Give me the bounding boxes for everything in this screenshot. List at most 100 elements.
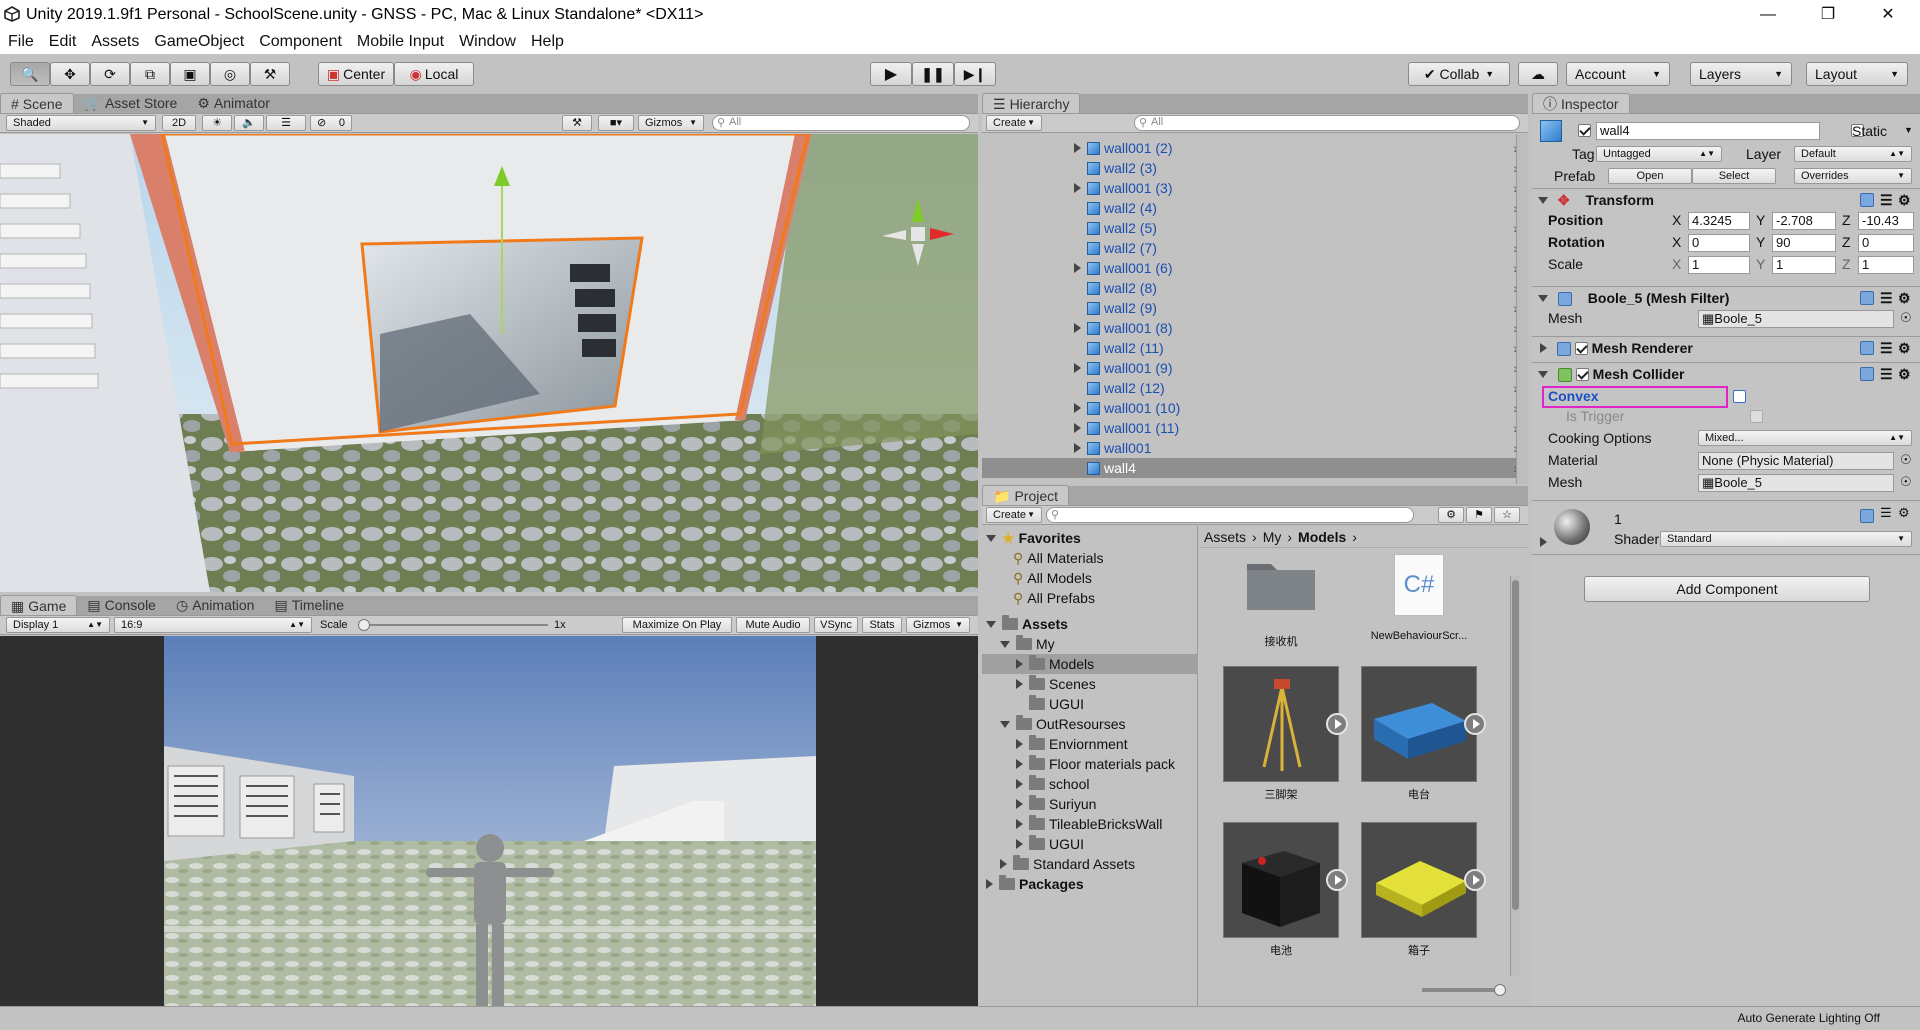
hierarchy-item-selected[interactable]: wall4›	[982, 458, 1528, 478]
asset-item-model[interactable]: 电池	[1222, 822, 1348, 958]
hierarchy-scrollbar[interactable]	[1516, 134, 1528, 484]
hierarchy-item[interactable]: wall001 (3)›	[982, 178, 1528, 198]
rotate-tool-button[interactable]: ⟳	[90, 62, 130, 86]
expand-arrow-icon[interactable]	[1016, 839, 1023, 849]
help-icon[interactable]	[1860, 341, 1874, 355]
maximize-on-play-toggle[interactable]: Maximize On Play	[622, 617, 732, 633]
expand-arrow-icon[interactable]	[986, 879, 993, 889]
preview-play-icon[interactable]	[1326, 713, 1348, 735]
hierarchy-item[interactable]: wall2 (8)›	[982, 278, 1528, 298]
menu-assets[interactable]: Assets	[91, 33, 139, 51]
hand-tool-button[interactable]: 🔍	[10, 62, 50, 86]
object-picker-icon[interactable]: ☉	[1900, 474, 1912, 490]
effects-dropdown[interactable]: ☰	[266, 115, 306, 131]
menu-help[interactable]: Help	[531, 33, 564, 51]
mesh-renderer-enabled-checkbox[interactable]	[1574, 342, 1588, 355]
scene-search-input[interactable]: ⚲ All	[712, 115, 970, 131]
preset-icon[interactable]: ☰	[1880, 287, 1893, 309]
menu-gameobject[interactable]: GameObject	[154, 33, 244, 51]
object-picker-icon[interactable]: ☉	[1900, 452, 1912, 468]
breadcrumb-my[interactable]: My	[1263, 529, 1282, 545]
collapse-arrow-icon[interactable]	[986, 535, 996, 542]
hierarchy-item[interactable]: wall001 (8)›	[982, 318, 1528, 338]
asset-size-slider-handle[interactable]	[1494, 984, 1506, 996]
preset-icon[interactable]: ☰	[1880, 189, 1893, 211]
hidden-objects-toggle[interactable]: ⊘ 0	[310, 115, 352, 131]
rotation-z-input[interactable]: 0	[1858, 234, 1914, 252]
scale-x-input[interactable]: 1	[1688, 256, 1750, 274]
tab-asset-store[interactable]: 🛒 Asset Store	[74, 93, 188, 113]
rotation-y-input[interactable]: 90	[1772, 234, 1836, 252]
hierarchy-item[interactable]: wall2 (3)›	[982, 158, 1528, 178]
move-tool-button[interactable]: ✥	[50, 62, 90, 86]
hierarchy-item[interactable]: wall2 (12)›	[982, 378, 1528, 398]
tree-assets-root[interactable]: Assets	[982, 614, 1198, 634]
tab-timeline[interactable]: ▤ Timeline	[264, 595, 354, 615]
favorite-button[interactable]: ☆	[1494, 507, 1520, 523]
help-icon[interactable]	[1860, 291, 1874, 305]
lighting-toggle[interactable]: ☀	[202, 115, 232, 131]
stats-toggle[interactable]: Stats	[862, 617, 902, 633]
prefab-select-button[interactable]: Select	[1692, 168, 1776, 184]
add-component-button[interactable]: Add Component	[1584, 576, 1870, 602]
tab-animator[interactable]: ⚙ Animator	[187, 93, 280, 113]
collapse-arrow-icon[interactable]	[1000, 721, 1010, 728]
mute-audio-toggle[interactable]: Mute Audio	[736, 617, 810, 633]
settings-gear-icon[interactable]: ⚙	[1898, 363, 1911, 385]
cloud-button[interactable]: ☁	[1518, 62, 1558, 86]
mesh-field[interactable]: ▦Boole_5	[1698, 310, 1894, 328]
tree-folder-item[interactable]: TileableBricksWall	[982, 814, 1198, 834]
scale-slider-handle[interactable]	[358, 619, 370, 631]
cooking-options-dropdown[interactable]: Mixed... ▲▼	[1698, 430, 1912, 446]
collapse-arrow-icon[interactable]	[986, 621, 996, 628]
layout-dropdown[interactable]: Layout ▼	[1806, 62, 1908, 86]
tree-folder-item[interactable]: OutResourses	[982, 714, 1198, 734]
tree-folder-item[interactable]: Enviornment	[982, 734, 1198, 754]
scale-tool-button[interactable]: ⧉	[130, 62, 170, 86]
hierarchy-item[interactable]: wall001 (6)›	[982, 258, 1528, 278]
position-x-input[interactable]: 4.3245	[1688, 212, 1750, 230]
tree-folder-item[interactable]: UGUI	[982, 834, 1198, 854]
audio-toggle[interactable]: 🔈	[234, 115, 264, 131]
game-gizmos-dropdown[interactable]: Gizmos ▼	[906, 617, 970, 633]
play-button[interactable]: ▶	[870, 62, 912, 86]
scene-tools-button[interactable]: ⚒	[562, 115, 592, 131]
assets-scrollbar-thumb[interactable]	[1512, 580, 1519, 910]
layers-dropdown[interactable]: Layers ▼	[1690, 62, 1792, 86]
hierarchy-item[interactable]: wall2 (4)›	[982, 198, 1528, 218]
shader-dropdown[interactable]: Standard ▼	[1660, 531, 1912, 547]
expand-arrow-icon[interactable]	[1016, 739, 1023, 749]
preset-icon[interactable]: ☰	[1880, 363, 1893, 385]
mesh-filter-header[interactable]: Boole_5 (Mesh Filter) ☰ ⚙	[1532, 286, 1920, 308]
mesh-collider-header[interactable]: Mesh Collider ☰ ⚙	[1532, 362, 1920, 384]
preview-play-icon[interactable]	[1464, 869, 1486, 891]
close-button[interactable]: ✕	[1860, 0, 1916, 30]
pivot-center-button[interactable]: ▣ Center	[318, 62, 394, 86]
tree-favorite-item[interactable]: ⚲ All Materials	[982, 548, 1198, 568]
hierarchy-item[interactable]: wall2 (5)›	[982, 218, 1528, 238]
expand-arrow-icon[interactable]	[1074, 183, 1081, 193]
tab-scene[interactable]: # Scene	[0, 93, 74, 113]
position-z-input[interactable]: -10.43	[1858, 212, 1914, 230]
display-dropdown[interactable]: Display 1 ▲▼	[6, 617, 110, 633]
collapse-arrow-icon[interactable]	[1000, 641, 1010, 648]
foldout-icon[interactable]	[1540, 537, 1547, 547]
preview-play-icon[interactable]	[1326, 869, 1348, 891]
tab-inspector[interactable]: ⓘ Inspector	[1532, 93, 1630, 113]
expand-arrow-icon[interactable]	[1016, 679, 1023, 689]
tree-folder-item[interactable]: Suriyun	[982, 794, 1198, 814]
tab-console[interactable]: ▤ Console	[77, 595, 166, 615]
hierarchy-item[interactable]: wall001 (9)›	[982, 358, 1528, 378]
prefab-open-button[interactable]: Open	[1608, 168, 1692, 184]
expand-arrow-icon[interactable]	[1074, 403, 1081, 413]
collider-mesh-field[interactable]: ▦Boole_5	[1698, 474, 1894, 492]
tree-folder-item[interactable]: school	[982, 774, 1198, 794]
hierarchy-item[interactable]: wall001 (11)›	[982, 418, 1528, 438]
tab-hierarchy[interactable]: ☰ Hierarchy	[982, 93, 1081, 113]
expand-arrow-icon[interactable]	[1074, 423, 1081, 433]
expand-arrow-icon[interactable]	[1016, 659, 1023, 669]
tree-folder-item[interactable]: My	[982, 634, 1198, 654]
project-search-input[interactable]: ⚲	[1046, 507, 1414, 523]
tab-project[interactable]: 📁 Project	[982, 485, 1070, 505]
scale-y-input[interactable]: 1	[1772, 256, 1836, 274]
